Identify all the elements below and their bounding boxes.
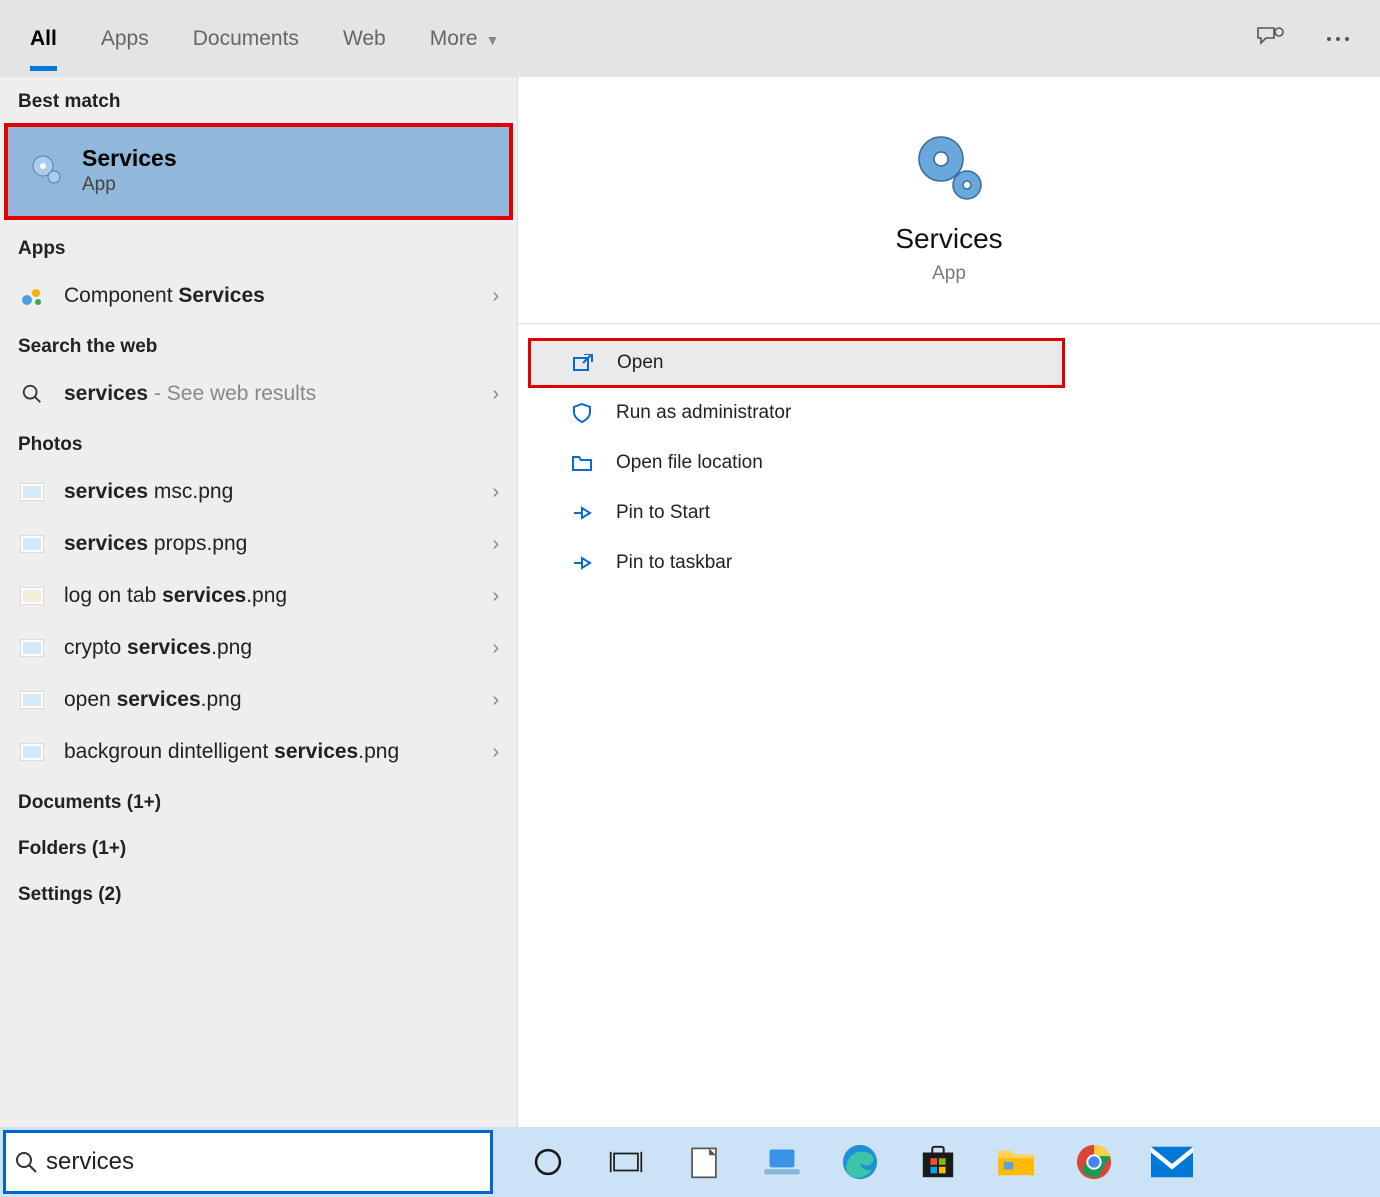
chevron-right-icon: › bbox=[492, 585, 499, 608]
file-explorer-icon[interactable] bbox=[994, 1140, 1038, 1184]
image-thumb-icon bbox=[18, 582, 46, 610]
action-label: Open bbox=[617, 352, 663, 374]
result-label: Component Services bbox=[64, 284, 492, 308]
section-search-web: Search the web bbox=[0, 322, 517, 368]
result-photo[interactable]: services props.png › bbox=[0, 518, 517, 570]
cortana-icon[interactable] bbox=[526, 1140, 570, 1184]
section-best-match: Best match bbox=[0, 77, 517, 123]
laptop-icon[interactable] bbox=[760, 1140, 804, 1184]
chevron-right-icon: › bbox=[492, 741, 499, 764]
section-apps: Apps bbox=[0, 224, 517, 270]
result-photo[interactable]: services msc.png › bbox=[0, 466, 517, 518]
result-web-services[interactable]: services - See web results › bbox=[0, 368, 517, 420]
result-label: services - See web results bbox=[64, 382, 492, 406]
result-label: services msc.png bbox=[64, 480, 492, 504]
result-photo[interactable]: crypto services.png › bbox=[0, 622, 517, 674]
pin-icon bbox=[568, 553, 596, 573]
component-icon bbox=[18, 282, 46, 310]
chevron-right-icon: › bbox=[492, 383, 499, 406]
taskbar-search[interactable] bbox=[3, 1130, 493, 1194]
best-match-title: Services bbox=[82, 145, 177, 172]
open-icon bbox=[569, 353, 597, 373]
action-label: Open file location bbox=[616, 452, 763, 474]
action-open[interactable]: Open bbox=[528, 338, 1065, 388]
image-thumb-icon bbox=[18, 634, 46, 662]
action-label: Pin to taskbar bbox=[616, 552, 732, 574]
result-photo[interactable]: open services.png › bbox=[0, 674, 517, 726]
result-label: backgroun dintelligent services.png bbox=[64, 740, 492, 764]
tab-apps[interactable]: Apps bbox=[79, 7, 171, 71]
edge-icon[interactable] bbox=[838, 1140, 882, 1184]
tab-documents[interactable]: Documents bbox=[171, 7, 321, 71]
action-pin-start[interactable]: Pin to Start bbox=[518, 488, 1380, 538]
category-documents[interactable]: Documents (1+) bbox=[0, 778, 517, 824]
tab-all[interactable]: All bbox=[8, 7, 79, 71]
taskbar bbox=[0, 1127, 1380, 1197]
action-run-admin[interactable]: Run as administrator bbox=[518, 388, 1380, 438]
chevron-right-icon: › bbox=[492, 285, 499, 308]
result-label: log on tab services.png bbox=[64, 584, 492, 608]
category-folders[interactable]: Folders (1+) bbox=[0, 824, 517, 870]
action-label: Pin to Start bbox=[616, 502, 710, 524]
result-label: crypto services.png bbox=[64, 636, 492, 660]
preview-title: Services bbox=[518, 223, 1380, 255]
image-thumb-icon bbox=[18, 478, 46, 506]
result-app-component-services[interactable]: Component Services › bbox=[0, 270, 517, 322]
image-thumb-icon bbox=[18, 686, 46, 714]
category-settings[interactable]: Settings (2) bbox=[0, 870, 517, 916]
chevron-right-icon: › bbox=[492, 689, 499, 712]
image-thumb-icon bbox=[18, 530, 46, 558]
result-label: open services.png bbox=[64, 688, 492, 712]
chrome-icon[interactable] bbox=[1072, 1140, 1116, 1184]
gear-icon bbox=[28, 151, 64, 187]
action-label: Run as administrator bbox=[616, 402, 791, 424]
tab-web[interactable]: Web bbox=[321, 7, 408, 71]
best-match-subtitle: App bbox=[82, 174, 177, 196]
more-options-icon[interactable] bbox=[1316, 17, 1360, 61]
shield-icon bbox=[568, 403, 596, 423]
chevron-right-icon: › bbox=[492, 637, 499, 660]
search-input[interactable] bbox=[46, 1148, 490, 1176]
result-photo[interactable]: backgroun dintelligent services.png › bbox=[0, 726, 517, 778]
folder-icon bbox=[568, 453, 596, 473]
chevron-right-icon: › bbox=[492, 481, 499, 504]
libreoffice-icon[interactable] bbox=[682, 1140, 726, 1184]
action-pin-taskbar[interactable]: Pin to taskbar bbox=[518, 538, 1380, 588]
gear-icon-large bbox=[909, 127, 989, 207]
microsoft-store-icon[interactable] bbox=[916, 1140, 960, 1184]
search-icon bbox=[6, 1150, 46, 1174]
result-best-match[interactable]: Services App bbox=[4, 123, 513, 220]
pin-icon bbox=[568, 503, 596, 523]
image-thumb-icon bbox=[18, 738, 46, 766]
search-icon bbox=[18, 380, 46, 408]
section-photos: Photos bbox=[0, 420, 517, 466]
feedback-icon[interactable] bbox=[1248, 17, 1292, 61]
tab-more[interactable]: More▼ bbox=[408, 7, 522, 71]
mail-icon[interactable] bbox=[1150, 1140, 1194, 1184]
task-view-icon[interactable] bbox=[604, 1140, 648, 1184]
filter-tabs: All Apps Documents Web More▼ bbox=[0, 0, 1380, 77]
result-label: services props.png bbox=[64, 532, 492, 556]
chevron-right-icon: › bbox=[492, 533, 499, 556]
chevron-down-icon: ▼ bbox=[486, 32, 500, 48]
action-open-location[interactable]: Open file location bbox=[518, 438, 1380, 488]
result-photo[interactable]: log on tab services.png › bbox=[0, 570, 517, 622]
preview-subtitle: App bbox=[518, 263, 1380, 285]
